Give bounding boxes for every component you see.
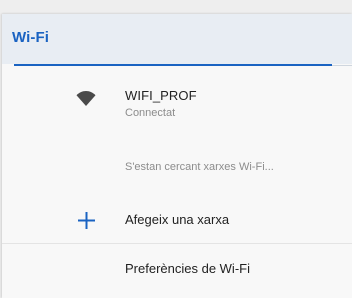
tab-indicator — [14, 64, 332, 66]
wifi-preferences-label: Preferències de Wi-Fi — [125, 261, 250, 276]
divider — [2, 243, 352, 244]
network-item-wifi-prof[interactable]: WIFI_PROF Connectat — [2, 74, 352, 130]
network-status: Connectat — [125, 107, 176, 119]
network-name: WIFI_PROF — [125, 88, 197, 103]
searching-text: S'estan cercant xarxes Wi-Fi... — [125, 161, 274, 173]
page-title: Wi-Fi — [12, 29, 50, 46]
add-network-label: Afegeix una xarxa — [125, 212, 230, 227]
plus-icon — [78, 212, 95, 229]
window-frame: Wi-Fi WIFI_PROF Connectat S'estan cercan… — [0, 0, 352, 298]
tab-underline — [332, 65, 352, 66]
wifi-preferences-item[interactable]: Preferències de Wi-Fi — [2, 250, 352, 290]
add-network-button[interactable]: Afegeix una xarxa — [2, 200, 352, 240]
wifi-panel: Wi-Fi WIFI_PROF Connectat S'estan cercan… — [2, 14, 352, 298]
searching-status: S'estan cercant xarxes Wi-Fi... — [2, 156, 352, 180]
wifi-icon — [76, 91, 96, 106]
panel-header: Wi-Fi — [2, 14, 352, 64]
